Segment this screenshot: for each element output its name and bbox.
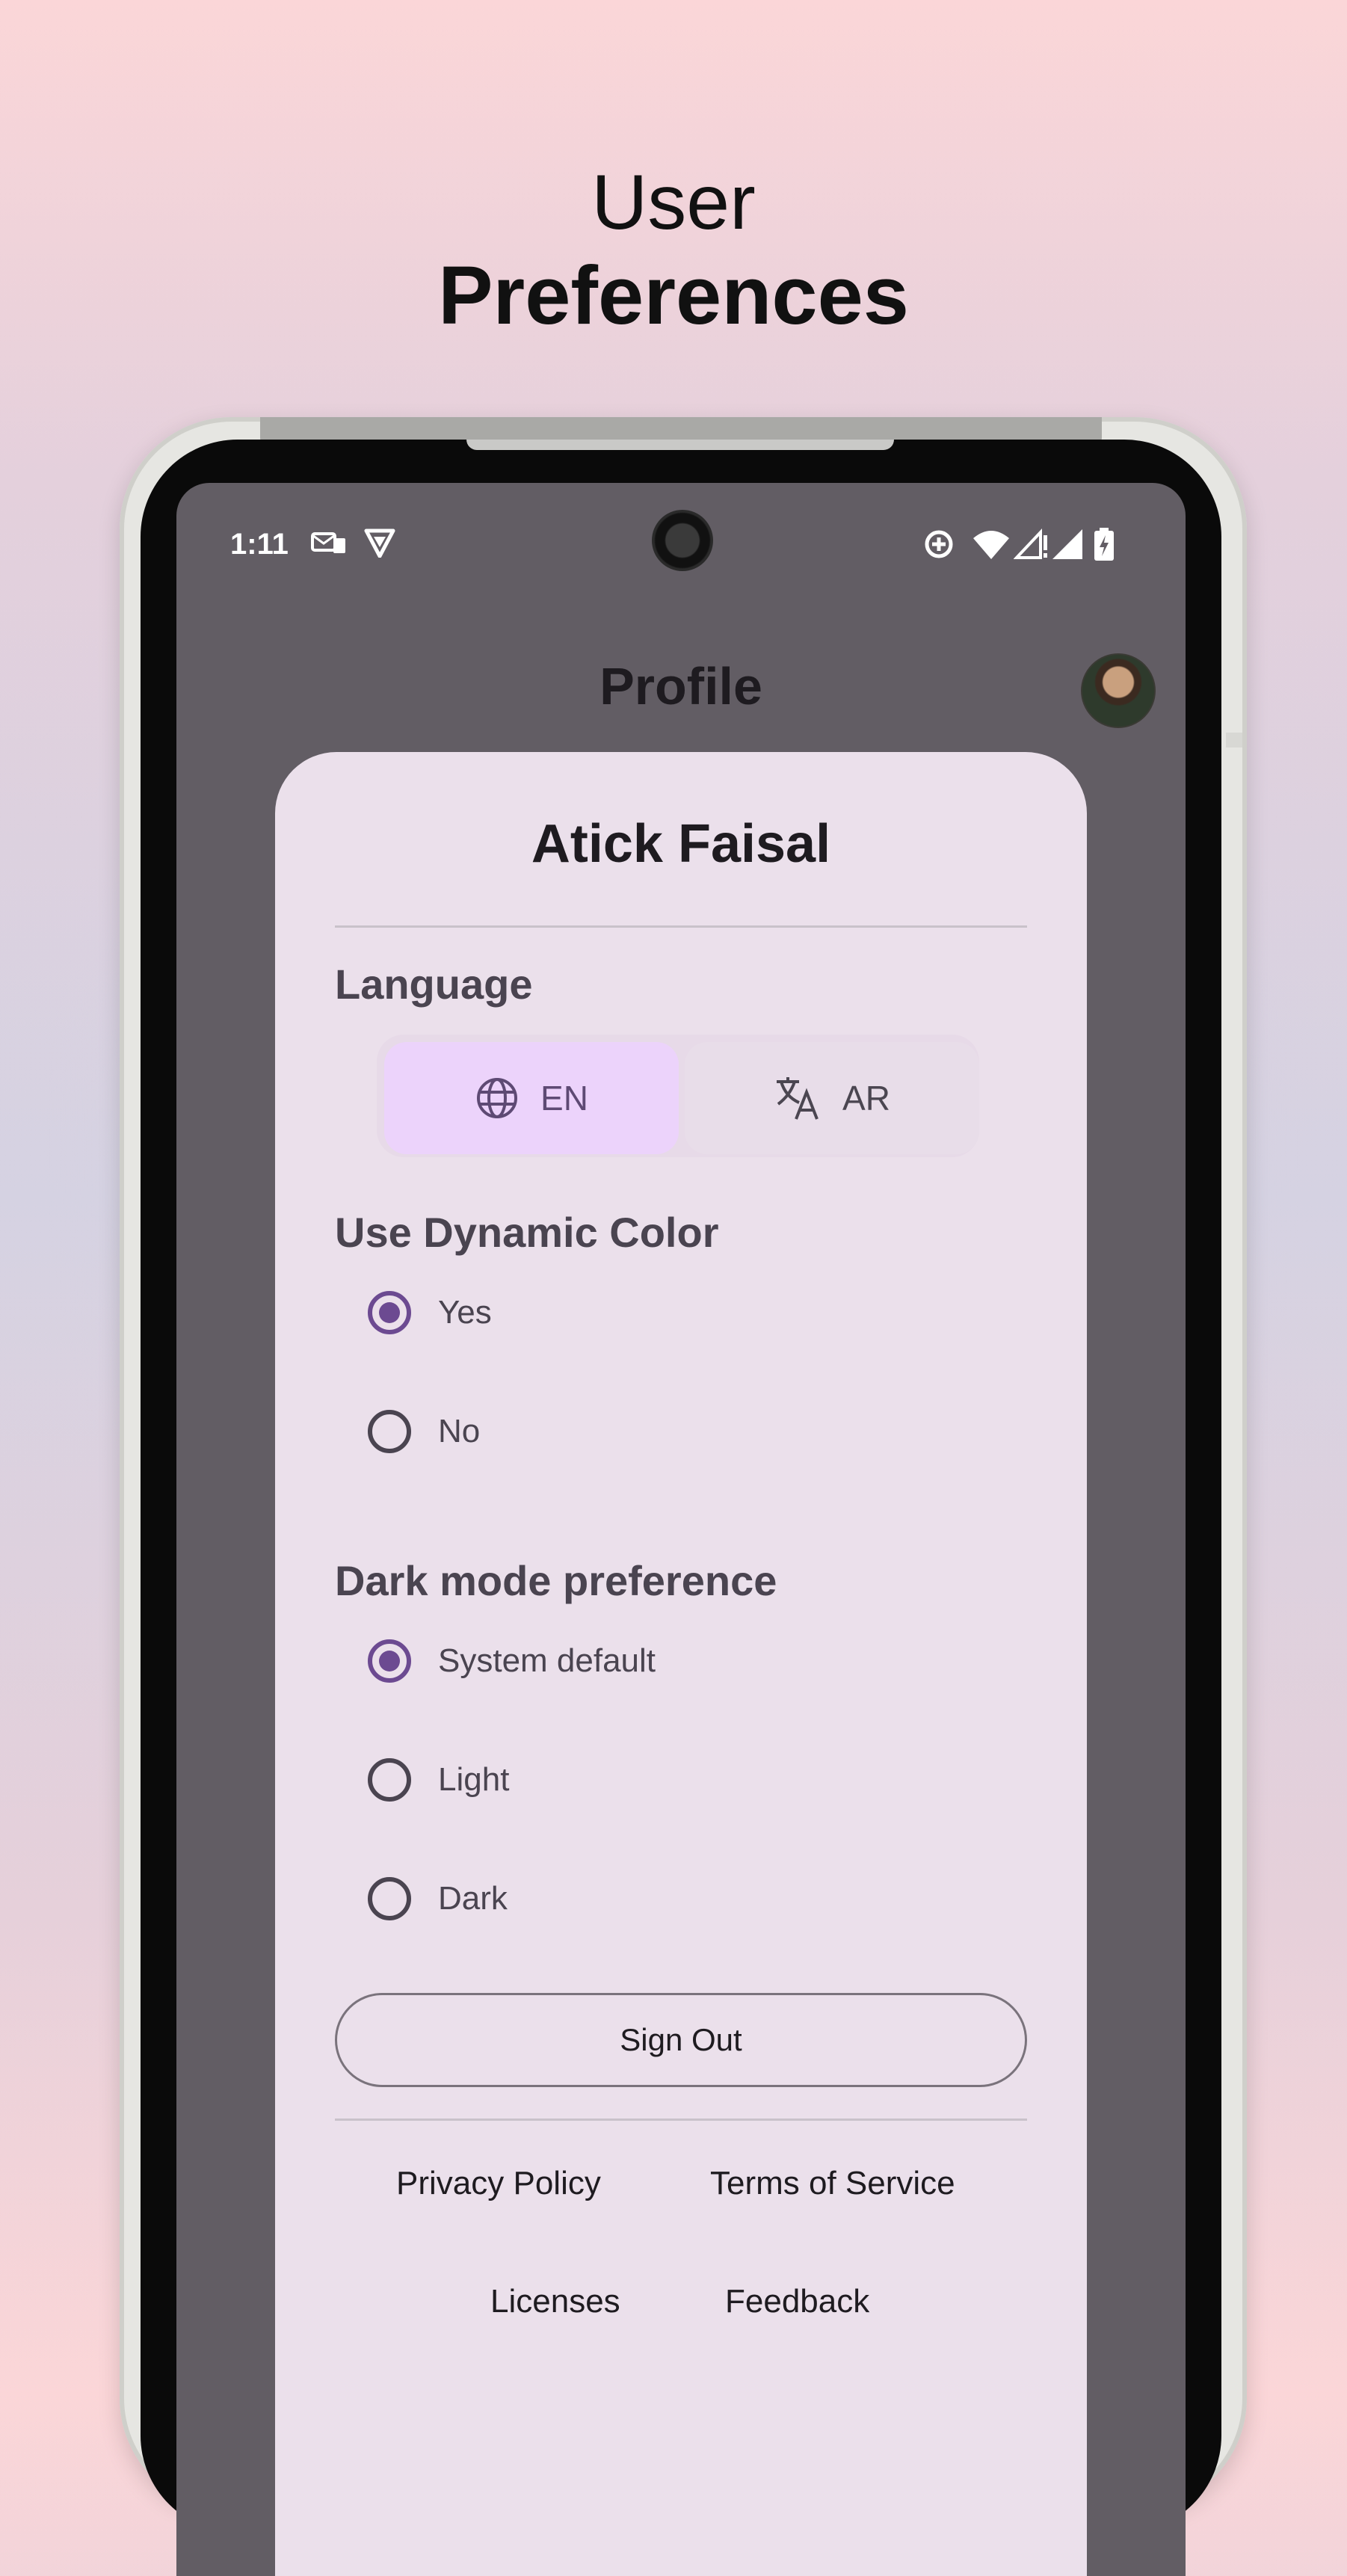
dark-mode-light-option[interactable]: Light: [368, 1750, 509, 1810]
hero-title-line1: User: [591, 159, 756, 246]
language-option-en[interactable]: EN: [384, 1042, 679, 1154]
phone-earpiece: [466, 440, 894, 450]
signal-no-data-icon: [1014, 528, 1047, 559]
phone-screen: 1:11 Profile Atick Faisal Language EN AR…: [176, 483, 1186, 2576]
feedback-link[interactable]: Feedback: [725, 2283, 869, 2320]
divider: [335, 925, 1027, 928]
sign-out-button[interactable]: Sign Out: [335, 1993, 1027, 2087]
data-saver-icon: [925, 530, 953, 558]
dynamic-color-yes-option[interactable]: Yes: [368, 1283, 492, 1343]
translate-icon: [777, 1077, 819, 1120]
profile-preferences-card: Atick Faisal Language EN AR Use Dynamic: [275, 752, 1087, 2576]
phone-top-edge: [260, 417, 1102, 443]
front-camera: [652, 510, 713, 571]
battery-charging-icon: [1094, 528, 1114, 561]
dark-mode-section-title: Dark mode preference: [335, 1557, 777, 1604]
dark-mode-dark-option[interactable]: Dark: [368, 1869, 508, 1929]
mail-notification-icon: [311, 532, 345, 553]
radio-button[interactable]: [368, 1758, 411, 1802]
licenses-link[interactable]: Licenses: [490, 2283, 620, 2320]
radio-label: No: [438, 1413, 481, 1449]
hero-title-line2: Preferences: [438, 250, 909, 342]
screen-title: Profile: [599, 657, 762, 715]
dynamic-color-section-title: Use Dynamic Color: [335, 1209, 719, 1256]
radio-button[interactable]: [368, 1877, 411, 1920]
radio-label: Light: [438, 1761, 510, 1798]
user-name: Atick Faisal: [531, 814, 831, 874]
dynamic-color-no-option[interactable]: No: [368, 1402, 480, 1461]
globe-icon: [477, 1078, 518, 1118]
vpn-shield-icon: [364, 529, 395, 558]
language-segmented-control: EN AR: [377, 1035, 979, 1157]
radio-button[interactable]: [368, 1410, 411, 1453]
wifi-icon: [973, 531, 1009, 559]
language-section-title: Language: [335, 961, 533, 1008]
privacy-policy-link[interactable]: Privacy Policy: [396, 2165, 601, 2202]
divider: [335, 2119, 1027, 2121]
language-option-ar[interactable]: AR: [685, 1042, 979, 1154]
language-option-en-label: EN: [540, 1079, 588, 1118]
radio-button-selected[interactable]: [368, 1639, 411, 1683]
language-option-ar-label: AR: [842, 1079, 890, 1118]
radio-label: System default: [438, 1642, 656, 1679]
status-time: 1:11: [230, 528, 289, 561]
signal-icon: [1052, 529, 1082, 559]
terms-of-service-link[interactable]: Terms of Service: [710, 2165, 955, 2202]
radio-label: Yes: [438, 1294, 492, 1331]
radio-button-selected[interactable]: [368, 1291, 411, 1334]
dark-mode-system-default-option[interactable]: System default: [368, 1631, 656, 1691]
phone-side-button: [1226, 733, 1242, 748]
radio-label: Dark: [438, 1880, 508, 1917]
user-avatar[interactable]: [1081, 653, 1156, 728]
